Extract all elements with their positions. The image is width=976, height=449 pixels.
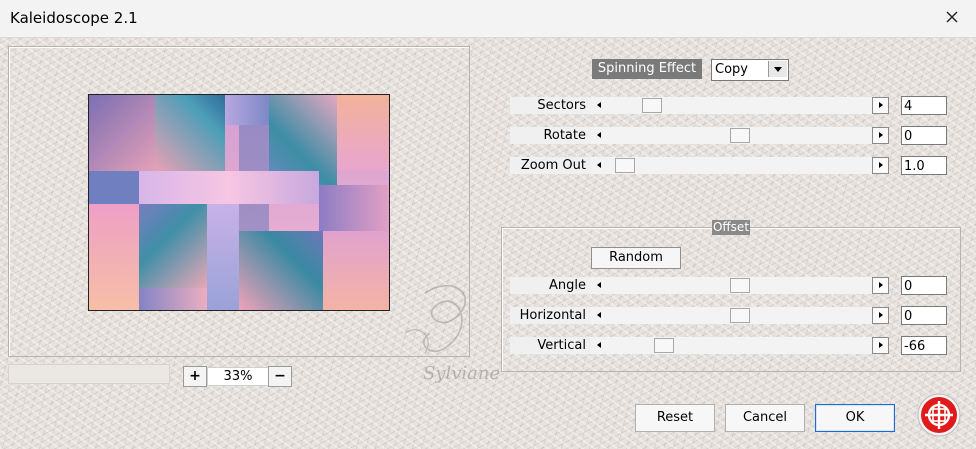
- zoom-out-button[interactable]: −: [268, 366, 292, 387]
- window-title: Kaleidoscope 2.1: [10, 9, 138, 27]
- slider-right-arrow-icon[interactable]: [872, 97, 889, 114]
- reset-button[interactable]: Reset: [635, 404, 715, 432]
- slider-right-arrow-icon[interactable]: [872, 307, 889, 324]
- close-button[interactable]: [938, 5, 966, 31]
- zoom-out-value-field[interactable]: 1.0: [901, 156, 947, 175]
- angle-slider[interactable]: [591, 277, 889, 294]
- preview-tile: [319, 185, 389, 231]
- zoom-level: 33%: [207, 367, 269, 386]
- horizontal-value-field[interactable]: 0: [901, 306, 947, 325]
- zoom-out-label: Zoom Out: [510, 157, 594, 174]
- signature-watermark: Sylviane: [404, 284, 500, 384]
- slider-right-arrow-icon[interactable]: [872, 157, 889, 174]
- preview-tile: [89, 204, 139, 310]
- plugin-logo-icon[interactable]: [917, 393, 961, 437]
- slider-thumb[interactable]: [654, 338, 674, 353]
- slider-right-arrow-icon[interactable]: [872, 337, 889, 354]
- ok-button[interactable]: OK: [815, 404, 895, 432]
- slider-left-arrow-icon[interactable]: [591, 157, 608, 174]
- preview-tile: [337, 95, 389, 171]
- effect-label: Spinning Effect: [592, 59, 702, 79]
- preview-tile: [89, 95, 155, 171]
- slider-thumb[interactable]: [730, 128, 750, 143]
- preview-tile: [139, 171, 319, 204]
- sectors-slider[interactable]: [591, 97, 889, 114]
- watermark-text: Sylviane: [423, 363, 500, 384]
- preview-tile: [89, 171, 139, 204]
- slider-left-arrow-icon[interactable]: [591, 97, 608, 114]
- chevron-down-icon[interactable]: [768, 61, 787, 77]
- preview-tile: [239, 231, 323, 310]
- sectors-value-field[interactable]: 4: [901, 96, 947, 115]
- rotate-value-field[interactable]: 0: [901, 126, 947, 145]
- preview-tile: [225, 95, 269, 125]
- effect-mode-value: Copy: [715, 62, 748, 77]
- dialog-client: + 33% − Spinning Effect Copy Sectors 4 R…: [0, 38, 976, 449]
- preview-tile: [139, 288, 207, 310]
- title-bar: Kaleidoscope 2.1: [0, 0, 976, 38]
- slider-thumb[interactable]: [730, 278, 750, 293]
- slider-left-arrow-icon[interactable]: [591, 307, 608, 324]
- slider-right-arrow-icon[interactable]: [872, 277, 889, 294]
- zoom-in-button[interactable]: +: [183, 366, 207, 387]
- preview-tile: [155, 95, 225, 171]
- status-field: [8, 364, 170, 384]
- offset-group-title: Offset: [712, 220, 750, 235]
- cancel-button[interactable]: Cancel: [725, 404, 805, 432]
- rotate-slider[interactable]: [591, 127, 889, 144]
- vertical-value-field[interactable]: -66: [901, 336, 947, 355]
- slider-thumb[interactable]: [730, 308, 750, 323]
- random-button[interactable]: Random: [591, 247, 681, 269]
- preview-tile: [323, 231, 389, 310]
- preview-tile: [139, 204, 207, 288]
- slider-left-arrow-icon[interactable]: [591, 277, 608, 294]
- slider-thumb[interactable]: [642, 98, 662, 113]
- effect-mode-select[interactable]: Copy: [711, 59, 789, 81]
- slider-thumb[interactable]: [615, 158, 635, 173]
- preview-tile: [207, 204, 239, 310]
- vertical-slider[interactable]: [591, 337, 889, 354]
- dialog-window: Kaleidoscope 2.1 + 33% − Spinning Effect…: [0, 0, 976, 449]
- slider-left-arrow-icon[interactable]: [591, 337, 608, 354]
- angle-value-field[interactable]: 0: [901, 276, 947, 295]
- rotate-label: Rotate: [510, 127, 594, 144]
- preview-image[interactable]: [88, 94, 390, 311]
- close-icon: [946, 11, 958, 23]
- horizontal-slider[interactable]: [591, 307, 889, 324]
- zoom-out-slider[interactable]: [591, 157, 889, 174]
- slider-left-arrow-icon[interactable]: [591, 127, 608, 144]
- slider-right-arrow-icon[interactable]: [872, 127, 889, 144]
- sectors-label: Sectors: [510, 97, 594, 114]
